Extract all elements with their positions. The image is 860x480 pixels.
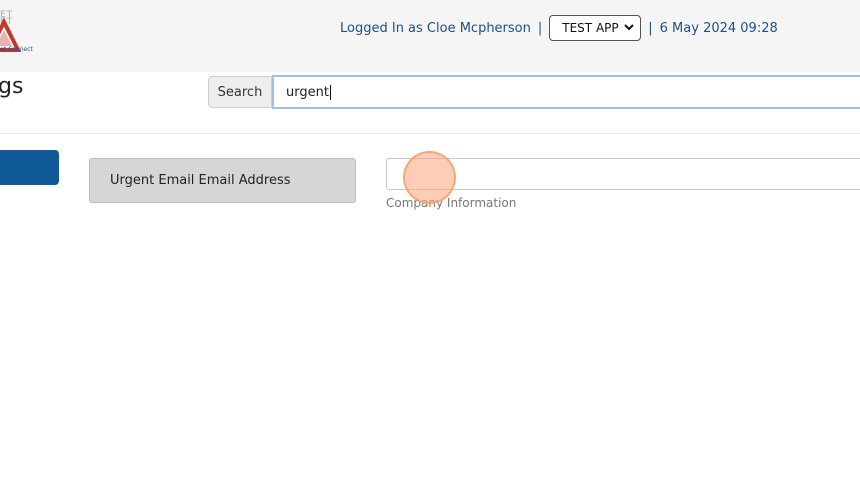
company-logo[interactable]: ET ET et Connect (0, 8, 36, 56)
text-caret (329, 84, 331, 100)
urgent-email-input[interactable] (386, 158, 860, 190)
section-divider (0, 133, 860, 134)
header-datetime: 6 May 2024 09:28 (659, 20, 778, 36)
chevron-down-icon (624, 23, 634, 34)
click-indicator (403, 151, 456, 204)
logged-in-text: Logged In as Cloe Mcpherson (340, 20, 531, 36)
app-select[interactable]: TEST APP (549, 15, 642, 41)
search-button[interactable]: Search (208, 76, 272, 108)
search-input[interactable]: urgent (272, 75, 860, 109)
page-title: gs (0, 74, 24, 99)
setting-label: Urgent Email Email Address (89, 158, 356, 203)
search-input-value: urgent (286, 84, 329, 100)
header-separator: | (537, 20, 543, 36)
logo-text-bottom: et Connect (0, 46, 33, 53)
setting-help-text: Company Information (386, 196, 517, 210)
primary-action-button[interactable] (0, 150, 59, 185)
header-user-info: Logged In as Cloe Mcpherson | TEST APP |… (340, 15, 778, 41)
app-select-value: TEST APP (562, 21, 619, 35)
top-bar: ET ET et Connect Logged In as Cloe Mcphe… (0, 0, 860, 72)
header-separator: | (648, 20, 653, 36)
